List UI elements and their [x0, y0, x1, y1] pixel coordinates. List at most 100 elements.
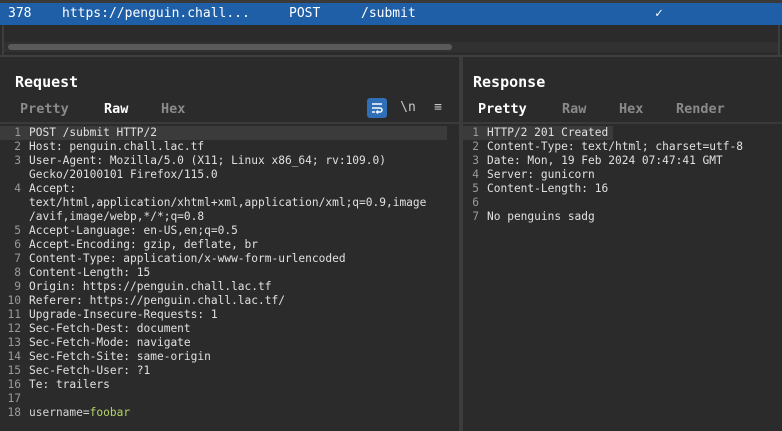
request-body-line: 18 username=foobar — [0, 406, 459, 420]
line-number: 2 — [14, 140, 21, 153]
response-tab-render[interactable]: Render — [676, 98, 725, 122]
history-right-border — [778, 25, 780, 55]
line-text: Accept-Language: en-US,en;q=0.5 — [29, 224, 238, 237]
request-line: 13 Sec-Fetch-Mode: navigate — [0, 336, 459, 350]
line-number: 5 — [472, 182, 479, 195]
newline-icon[interactable]: \n — [398, 98, 418, 118]
request-line: 12 Sec-Fetch-Dest: document — [0, 322, 459, 336]
line-text: Accept: — [29, 182, 77, 195]
line-text: Origin: https://penguin.chall.lac.tf — [29, 280, 272, 293]
line-number: 4 — [14, 182, 21, 195]
request-line: 8 Content-Length: 15 — [0, 266, 459, 280]
line-text: Host: penguin.chall.lac.tf — [29, 140, 205, 153]
line-number: 15 — [7, 364, 21, 377]
line-number: 3 — [472, 154, 479, 167]
request-line: 4 Accept: — [0, 182, 459, 196]
request-line: 10 Referer: https://penguin.chall.lac.tf/ — [0, 294, 459, 308]
request-line: 17 — [0, 392, 459, 406]
line-number: 16 — [7, 378, 21, 391]
line-number: 1 — [472, 126, 479, 139]
line-number: 3 — [14, 154, 21, 167]
line-number: 10 — [7, 294, 21, 307]
body-params: username=foobar — [29, 406, 130, 420]
history-row-url: https://penguin.chall... — [62, 6, 250, 21]
request-line: 11 Upgrade-Insecure-Requests: 1 — [0, 308, 459, 322]
response-line: 4 Server: gunicorn — [463, 168, 782, 182]
line-number: 4 — [472, 168, 479, 181]
request-pane: Request Pretty Raw Hex \n ≡ 1 POST /submi… — [0, 57, 459, 431]
line-number: 6 — [14, 238, 21, 251]
line-text: Referer: https://penguin.chall.lac.tf/ — [29, 294, 285, 307]
line-text: Content-Length: 15 — [29, 266, 151, 279]
response-title: Response — [473, 73, 546, 91]
line-number: 7 — [472, 210, 479, 223]
line-text: Sec-Fetch-Site: same-origin — [29, 350, 211, 363]
param-key: username — [29, 406, 83, 419]
response-pane: Response Pretty Raw Hex Render 1 HTTP/2 2… — [463, 57, 782, 431]
response-line: 1 HTTP/2 201 Created — [463, 126, 613, 140]
response-tab-raw[interactable]: Raw — [562, 98, 586, 122]
line-number: 18 — [7, 406, 21, 419]
request-editor[interactable]: 1 POST /submit HTTP/2 2 Host: penguin.chall… — [0, 126, 459, 431]
line-number: 1 — [14, 126, 21, 139]
request-tab-raw[interactable]: Raw — [89, 98, 144, 124]
history-row-number: 378 — [8, 6, 32, 21]
request-line: 7 Content-Type: application/x-www-form-ur… — [0, 252, 459, 266]
param-equals: = — [82, 406, 90, 419]
history-row-check-icon: ✓ — [655, 6, 663, 21]
response-editor[interactable]: 1 HTTP/2 201 Created 2 Content-Type: text/h… — [463, 126, 782, 224]
line-number: 13 — [7, 336, 21, 349]
line-number: 14 — [7, 350, 21, 363]
menu-icon[interactable]: ≡ — [428, 98, 448, 118]
line-number: 6 — [472, 196, 479, 209]
request-line: 6 Accept-Encoding: gzip, deflate, br — [0, 238, 459, 252]
line-number: 17 — [7, 392, 21, 405]
request-line: 16 Te: trailers — [0, 378, 459, 392]
line-text: Accept-Encoding: gzip, deflate, br — [29, 238, 259, 251]
history-row-path: /submit — [361, 6, 416, 21]
response-tabs-underline — [463, 122, 782, 124]
line-number: 2 — [472, 140, 479, 153]
response-line: 5 Content-Length: 16 — [463, 182, 782, 196]
line-number: 12 — [7, 322, 21, 335]
line-text: POST /submit HTTP/2 — [29, 126, 157, 139]
line-text: Sec-Fetch-Dest: document — [29, 322, 191, 335]
response-line: 7 No penguins sadg — [463, 210, 782, 224]
response-line: 2 Content-Type: text/html; charset=utf-8 — [463, 140, 782, 154]
line-text: Sec-Fetch-User: ?1 — [29, 364, 151, 377]
line-text: Sec-Fetch-Mode: navigate — [29, 336, 191, 349]
line-text: Content-Type: application/x-www-form-url… — [29, 252, 346, 265]
line-text: User-Agent: Mozilla/5.0 (X11; Linux x86_… — [29, 154, 386, 167]
request-line: /avif,image/webp,*/*;q=0.8 — [0, 210, 459, 224]
request-line: 5 Accept-Language: en-US,en;q=0.5 — [0, 224, 459, 238]
line-text: Upgrade-Insecure-Requests: 1 — [29, 308, 218, 321]
line-text: text/html,application/xhtml+xml,applicat… — [29, 196, 427, 209]
request-line: 1 POST /submit HTTP/2 — [0, 126, 447, 140]
history-scrollbar-thumb[interactable] — [8, 44, 452, 50]
response-line: 6 — [463, 196, 782, 210]
line-text: No penguins sadg — [487, 210, 595, 223]
request-line: 3 User-Agent: Mozilla/5.0 (X11; Linux x86… — [0, 154, 459, 168]
line-text: Date: Mon, 19 Feb 2024 07:47:41 GMT — [487, 154, 723, 167]
line-number: 5 — [14, 224, 21, 237]
response-tab-hex[interactable]: Hex — [619, 98, 643, 122]
request-line: 2 Host: penguin.chall.lac.tf — [0, 140, 459, 154]
request-tab-pretty[interactable]: Pretty — [20, 98, 69, 122]
line-text: Gecko/20100101 Firefox/115.0 — [29, 168, 218, 181]
line-text: Content-Length: 16 — [487, 182, 609, 195]
response-tab-pretty[interactable]: Pretty — [464, 98, 541, 124]
line-number: 9 — [14, 280, 21, 293]
line-text: Server: gunicorn — [487, 168, 595, 181]
wrap-lines-icon[interactable] — [367, 98, 387, 118]
line-text: /avif,image/webp,*/*;q=0.8 — [29, 210, 205, 223]
request-line: 14 Sec-Fetch-Site: same-origin — [0, 350, 459, 364]
request-line: 9 Origin: https://penguin.chall.lac.tf — [0, 280, 459, 294]
param-value: foobar — [89, 406, 131, 419]
history-row-method: POST — [289, 6, 321, 21]
request-title: Request — [15, 73, 79, 91]
history-row-selected[interactable]: 378 https://penguin.chall... POST /submi… — [0, 3, 782, 25]
line-number: 8 — [14, 266, 21, 279]
line-number: 11 — [7, 308, 21, 321]
request-tab-hex[interactable]: Hex — [161, 98, 185, 122]
http-history-table: 378 https://penguin.chall... POST /submi… — [0, 0, 782, 57]
